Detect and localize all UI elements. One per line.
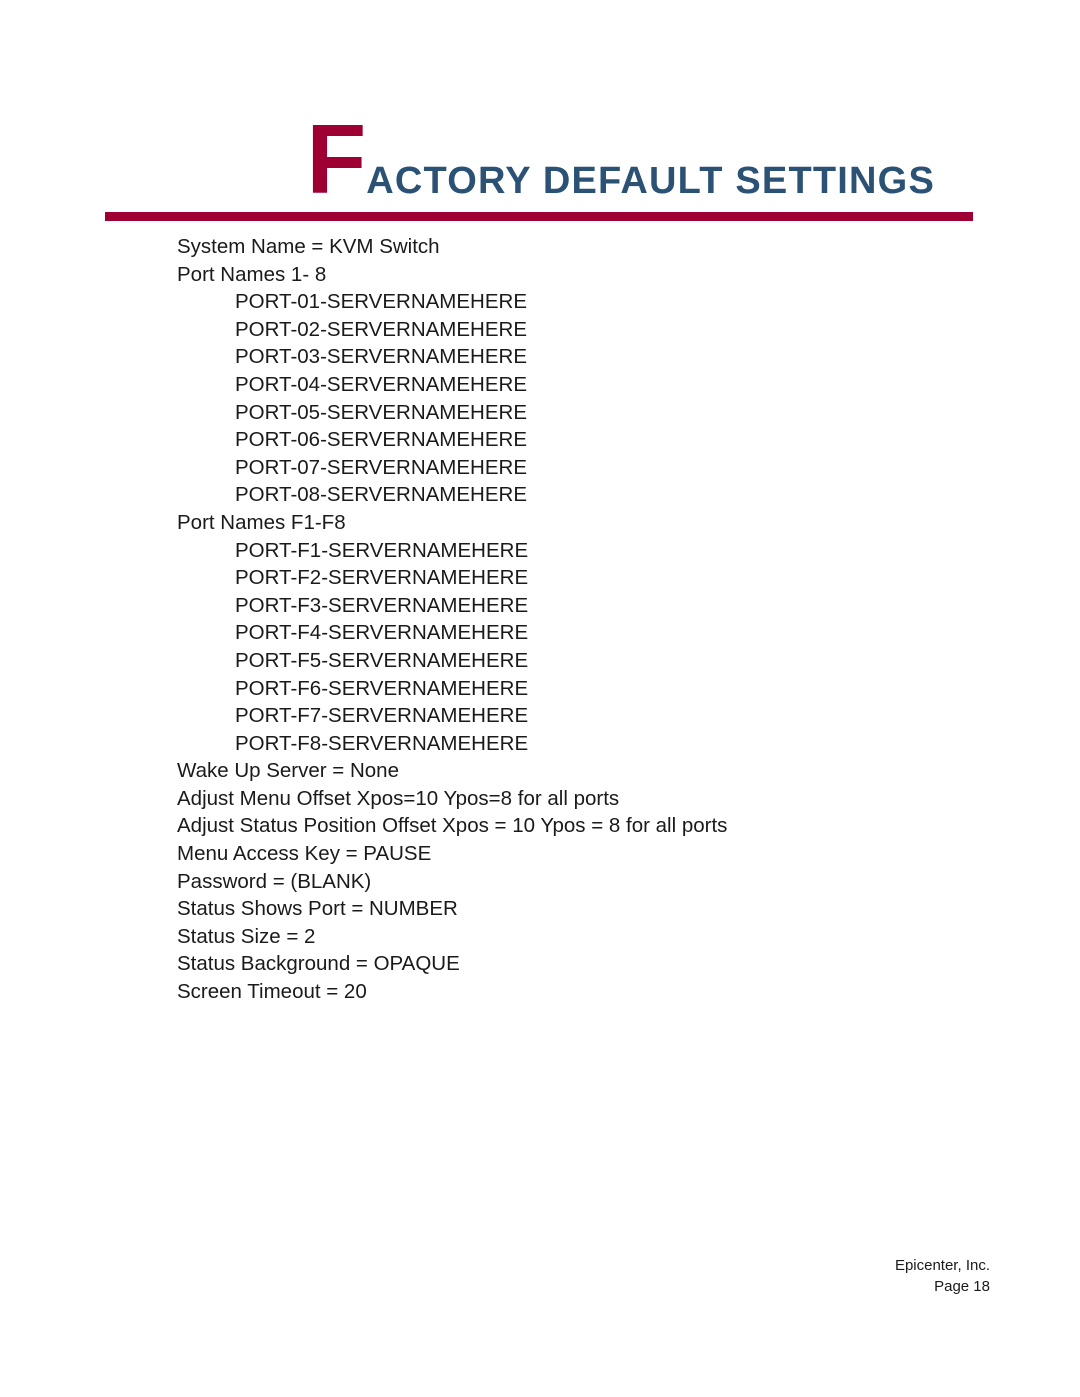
footer-company: Epicenter, Inc.	[894, 1257, 990, 1274]
settings-line-indented: PORT-F7-SERVERNAMEHERE	[235, 704, 529, 728]
settings-list: System Name = KVM Switch Port Names 1- 8 P…	[177, 233, 977, 1006]
footer-page-number: Page 18	[934, 1278, 990, 1295]
settings-line: Adjust Menu Offset Xpos=10 Ypos=8 for al…	[177, 786, 620, 810]
settings-line-indented: PORT-01-SERVERNAMEHERE	[235, 290, 528, 314]
settings-line-indented: PORT-F2-SERVERNAMEHERE	[235, 566, 529, 590]
settings-line: Wake Up Server = None	[177, 759, 399, 783]
settings-line-indented: PORT-08-SERVERNAMEHERE	[235, 483, 528, 507]
header-divider-rule	[105, 212, 973, 221]
settings-line-indented: PORT-F5-SERVERNAMEHERE	[235, 648, 529, 672]
settings-line-indented: PORT-F4-SERVERNAMEHERE	[235, 621, 529, 645]
settings-line-indented: PORT-05-SERVERNAMEHERE	[235, 400, 528, 424]
settings-line: Status Background = OPAQUE	[177, 952, 460, 976]
title-text: ACTORY DEFAULT SETTINGS	[366, 160, 935, 202]
settings-line-indented: PORT-07-SERVERNAMEHERE	[235, 455, 528, 479]
settings-line: Port Names 1- 8	[177, 262, 327, 286]
settings-line-indented: PORT-F6-SERVERNAMEHERE	[235, 676, 529, 700]
page-header: FACTORY DEFAULT SETTINGS	[105, 108, 975, 208]
settings-line: Status Size = 2	[177, 924, 316, 948]
settings-line-indented: PORT-04-SERVERNAMEHERE	[235, 372, 528, 396]
settings-line: Screen Timeout = 20	[177, 980, 367, 1004]
settings-line-indented: PORT-F1-SERVERNAMEHERE	[235, 538, 529, 562]
settings-line: Adjust Status Position Offset Xpos = 10 …	[177, 814, 728, 838]
settings-line: Status Shows Port = NUMBER	[177, 897, 458, 921]
page-title: FACTORY DEFAULT SETTINGS	[306, 110, 935, 208]
document-page: FACTORY DEFAULT SETTINGS System Name = K…	[0, 0, 1080, 1397]
settings-line-indented: PORT-02-SERVERNAMEHERE	[235, 317, 528, 341]
settings-line: System Name = KVM Switch	[177, 235, 440, 258]
settings-line-indented: PORT-F8-SERVERNAMEHERE	[235, 731, 529, 755]
settings-line-indented: PORT-F3-SERVERNAMEHERE	[235, 593, 529, 617]
settings-line-indented: PORT-06-SERVERNAMEHERE	[235, 428, 528, 452]
page-footer: Epicenter, Inc. Page 18	[895, 1255, 990, 1297]
settings-line: Port Names F1-F8	[177, 510, 346, 534]
settings-line-indented: PORT-03-SERVERNAMEHERE	[235, 345, 528, 369]
title-drop-cap: F	[306, 104, 366, 214]
settings-line: Password = (BLANK)	[177, 869, 372, 893]
settings-line: Menu Access Key = PAUSE	[177, 842, 432, 866]
